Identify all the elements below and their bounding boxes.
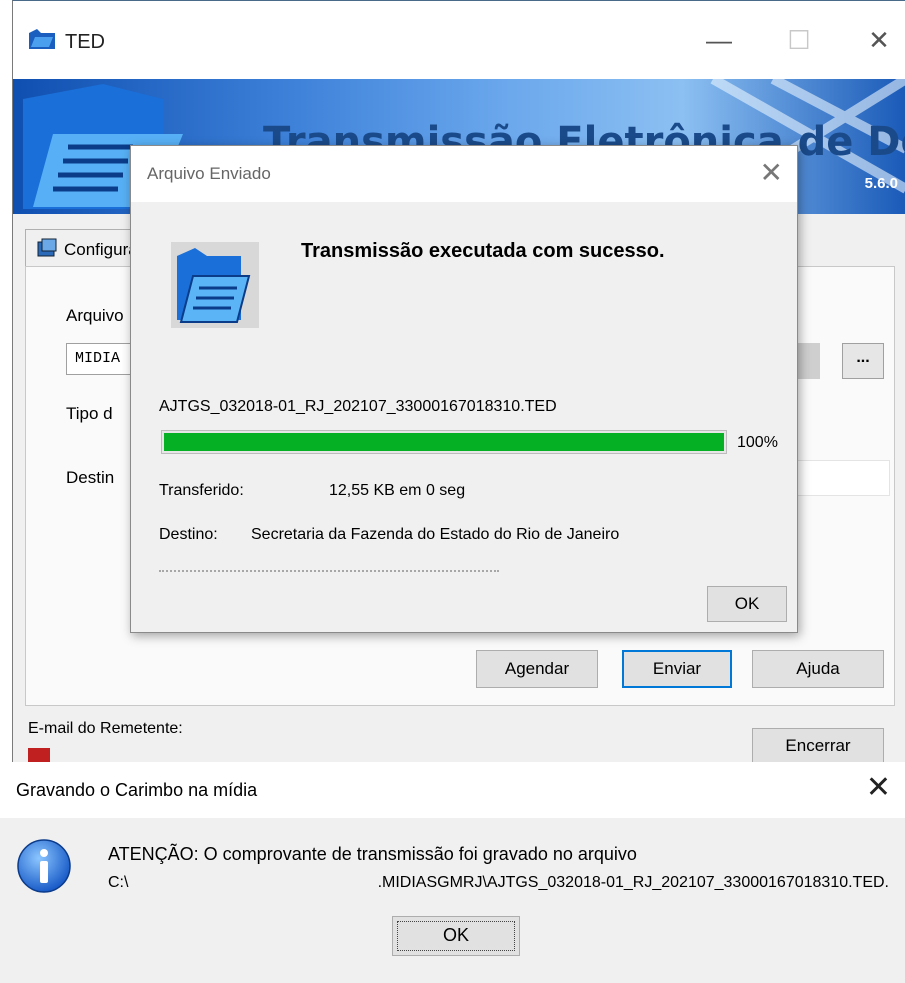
progress-percent: 100% — [737, 434, 778, 451]
stamp-message: ATENÇÃO: O comprovante de transmissão fo… — [108, 844, 637, 864]
ok-button[interactable]: OK — [392, 916, 520, 956]
dialog-title: Arquivo Enviado — [147, 164, 271, 183]
progress-fill — [164, 433, 724, 451]
close-icon[interactable]: ✕ — [760, 156, 783, 189]
folder-document-icon — [171, 242, 259, 328]
enviar-button[interactable]: Enviar — [622, 650, 732, 688]
encerrar-button[interactable]: Encerrar — [752, 728, 884, 762]
dialog-titlebar: Arquivo Enviado ✕ — [131, 146, 797, 202]
destino-field[interactable] — [790, 460, 890, 496]
folder-app-icon — [29, 29, 55, 49]
arquivo-label: Arquivo — [66, 306, 124, 325]
destino-label: Destin — [66, 468, 115, 487]
gravando-carimbo-dialog: Gravando o Carimbo na mídia ✕ ATENÇÃO: O… — [0, 764, 905, 983]
success-headline: Transmissão executada com sucesso. — [301, 240, 665, 262]
main-titlebar: TED — ☐ ✕ — [13, 1, 905, 79]
close-button[interactable]: ✕ — [859, 25, 899, 57]
version-label: 5.6.0 — [864, 175, 898, 192]
tipo-label: Tipo d — [66, 404, 113, 423]
truncated-text-line — [159, 566, 499, 572]
path-prefix: C:\ — [108, 874, 129, 891]
progress-bar — [161, 430, 727, 454]
database-settings-icon — [37, 238, 57, 257]
transferido-value: 12,55 KB em 0 seg — [329, 482, 466, 499]
close-icon[interactable]: ✕ — [866, 770, 891, 805]
destino-value: Secretaria da Fazenda do Estado do Rio d… — [251, 526, 620, 543]
email-icon — [28, 748, 50, 762]
ajuda-button[interactable]: Ajuda — [752, 650, 884, 688]
browse-button[interactable]: ... — [842, 343, 884, 379]
info-icon — [17, 839, 71, 893]
transferred-filename: AJTGS_032018-01_RJ_202107_33000167018310… — [159, 398, 557, 415]
destino-label: Destino: — [159, 526, 218, 543]
dialog-title: Gravando o Carimbo na mídia — [16, 780, 258, 800]
saved-file-path: .MIDIASGMRJ\AJTGS_032018-01_RJ_202107_33… — [377, 874, 889, 891]
dialog-titlebar: Gravando o Carimbo na mídia ✕ — [0, 764, 905, 818]
minimize-button[interactable]: — — [699, 25, 739, 57]
email-label: E-mail do Remetente: — [28, 720, 183, 737]
maximize-button[interactable]: ☐ — [779, 25, 819, 57]
agendar-button[interactable]: Agendar — [476, 650, 598, 688]
transferido-label: Transferido: — [159, 482, 244, 499]
ok-button[interactable]: OK — [707, 586, 787, 622]
arquivo-enviado-dialog: Arquivo Enviado ✕ Transmissão executada … — [130, 145, 798, 633]
focus-rectangle — [397, 921, 515, 951]
window-title: TED — [65, 31, 105, 53]
